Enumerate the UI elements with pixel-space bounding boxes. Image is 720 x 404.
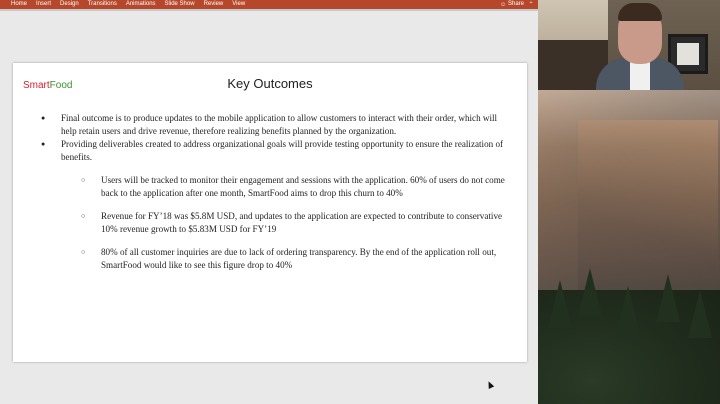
chevron-up-icon[interactable]: ⌃ <box>528 2 534 8</box>
sub-bullet-text: Users will be tracked to monitor their e… <box>101 175 505 198</box>
tree <box>656 274 680 322</box>
bullet-ring-icon: ○ <box>81 212 86 220</box>
ribbon-right-controls: ☺ Share ⌃ <box>500 0 538 9</box>
ribbon-tab-bar: Home Insert Design Transitions Animation… <box>0 0 538 9</box>
tab-slide-show[interactable]: Slide Show <box>165 0 195 9</box>
share-button[interactable]: ☺ Share <box>500 0 524 9</box>
presenter-hair <box>618 3 662 21</box>
tab-insert[interactable]: Insert <box>36 0 51 9</box>
sub-bullet-item: ○ 80% of all customer inquiries are due … <box>37 246 507 271</box>
bullet-ring-icon: ○ <box>81 176 86 184</box>
sub-bullet-item: ○ Users will be tracked to monitor their… <box>37 174 507 199</box>
share-label: Share <box>507 1 524 7</box>
sub-bullet-text: 80% of all customer inquiries are due to… <box>101 247 497 270</box>
person-icon: ☺ <box>499 1 507 8</box>
tab-home[interactable]: Home <box>11 0 27 9</box>
desktop-wallpaper <box>538 90 720 404</box>
slide-title[interactable]: Key Outcomes <box>13 76 527 92</box>
tab-design[interactable]: Design <box>60 0 79 9</box>
tree <box>616 286 640 334</box>
sub-bullet-item: ○ Revenue for FY’18 was $5.8M USD, and u… <box>37 210 507 235</box>
sub-bullet-text: Revenue for FY’18 was $5.8M USD, and upd… <box>101 211 503 234</box>
bullet-item: ● Providing deliverables created to addr… <box>37 138 507 163</box>
slide-editor-pane: SmartFood Key Outcomes ● Final outcome i… <box>0 11 538 404</box>
tree <box>578 268 602 316</box>
slide-body[interactable]: ● Final outcome is to produce updates to… <box>37 112 507 271</box>
tab-transitions[interactable]: Transitions <box>88 0 117 9</box>
bullet-item: ● Final outcome is to produce updates to… <box>37 112 507 137</box>
tree <box>548 280 572 328</box>
webcam-video <box>538 0 720 90</box>
bullet-ring-icon: ○ <box>81 248 86 256</box>
bullet-dot-icon: ● <box>41 140 46 148</box>
tab-review[interactable]: Review <box>204 0 224 9</box>
tab-animations[interactable]: Animations <box>126 0 156 9</box>
tab-view[interactable]: View <box>232 0 245 9</box>
slide[interactable]: SmartFood Key Outcomes ● Final outcome i… <box>13 63 527 362</box>
bullet-text: Providing deliverables created to addres… <box>61 139 504 162</box>
powerpoint-window: Home Insert Design Transitions Animation… <box>0 0 538 404</box>
bullet-dot-icon: ● <box>41 114 46 122</box>
tree <box>688 290 712 338</box>
bullet-text: Final outcome is to produce updates to t… <box>61 113 498 136</box>
frame-photo <box>677 43 699 65</box>
